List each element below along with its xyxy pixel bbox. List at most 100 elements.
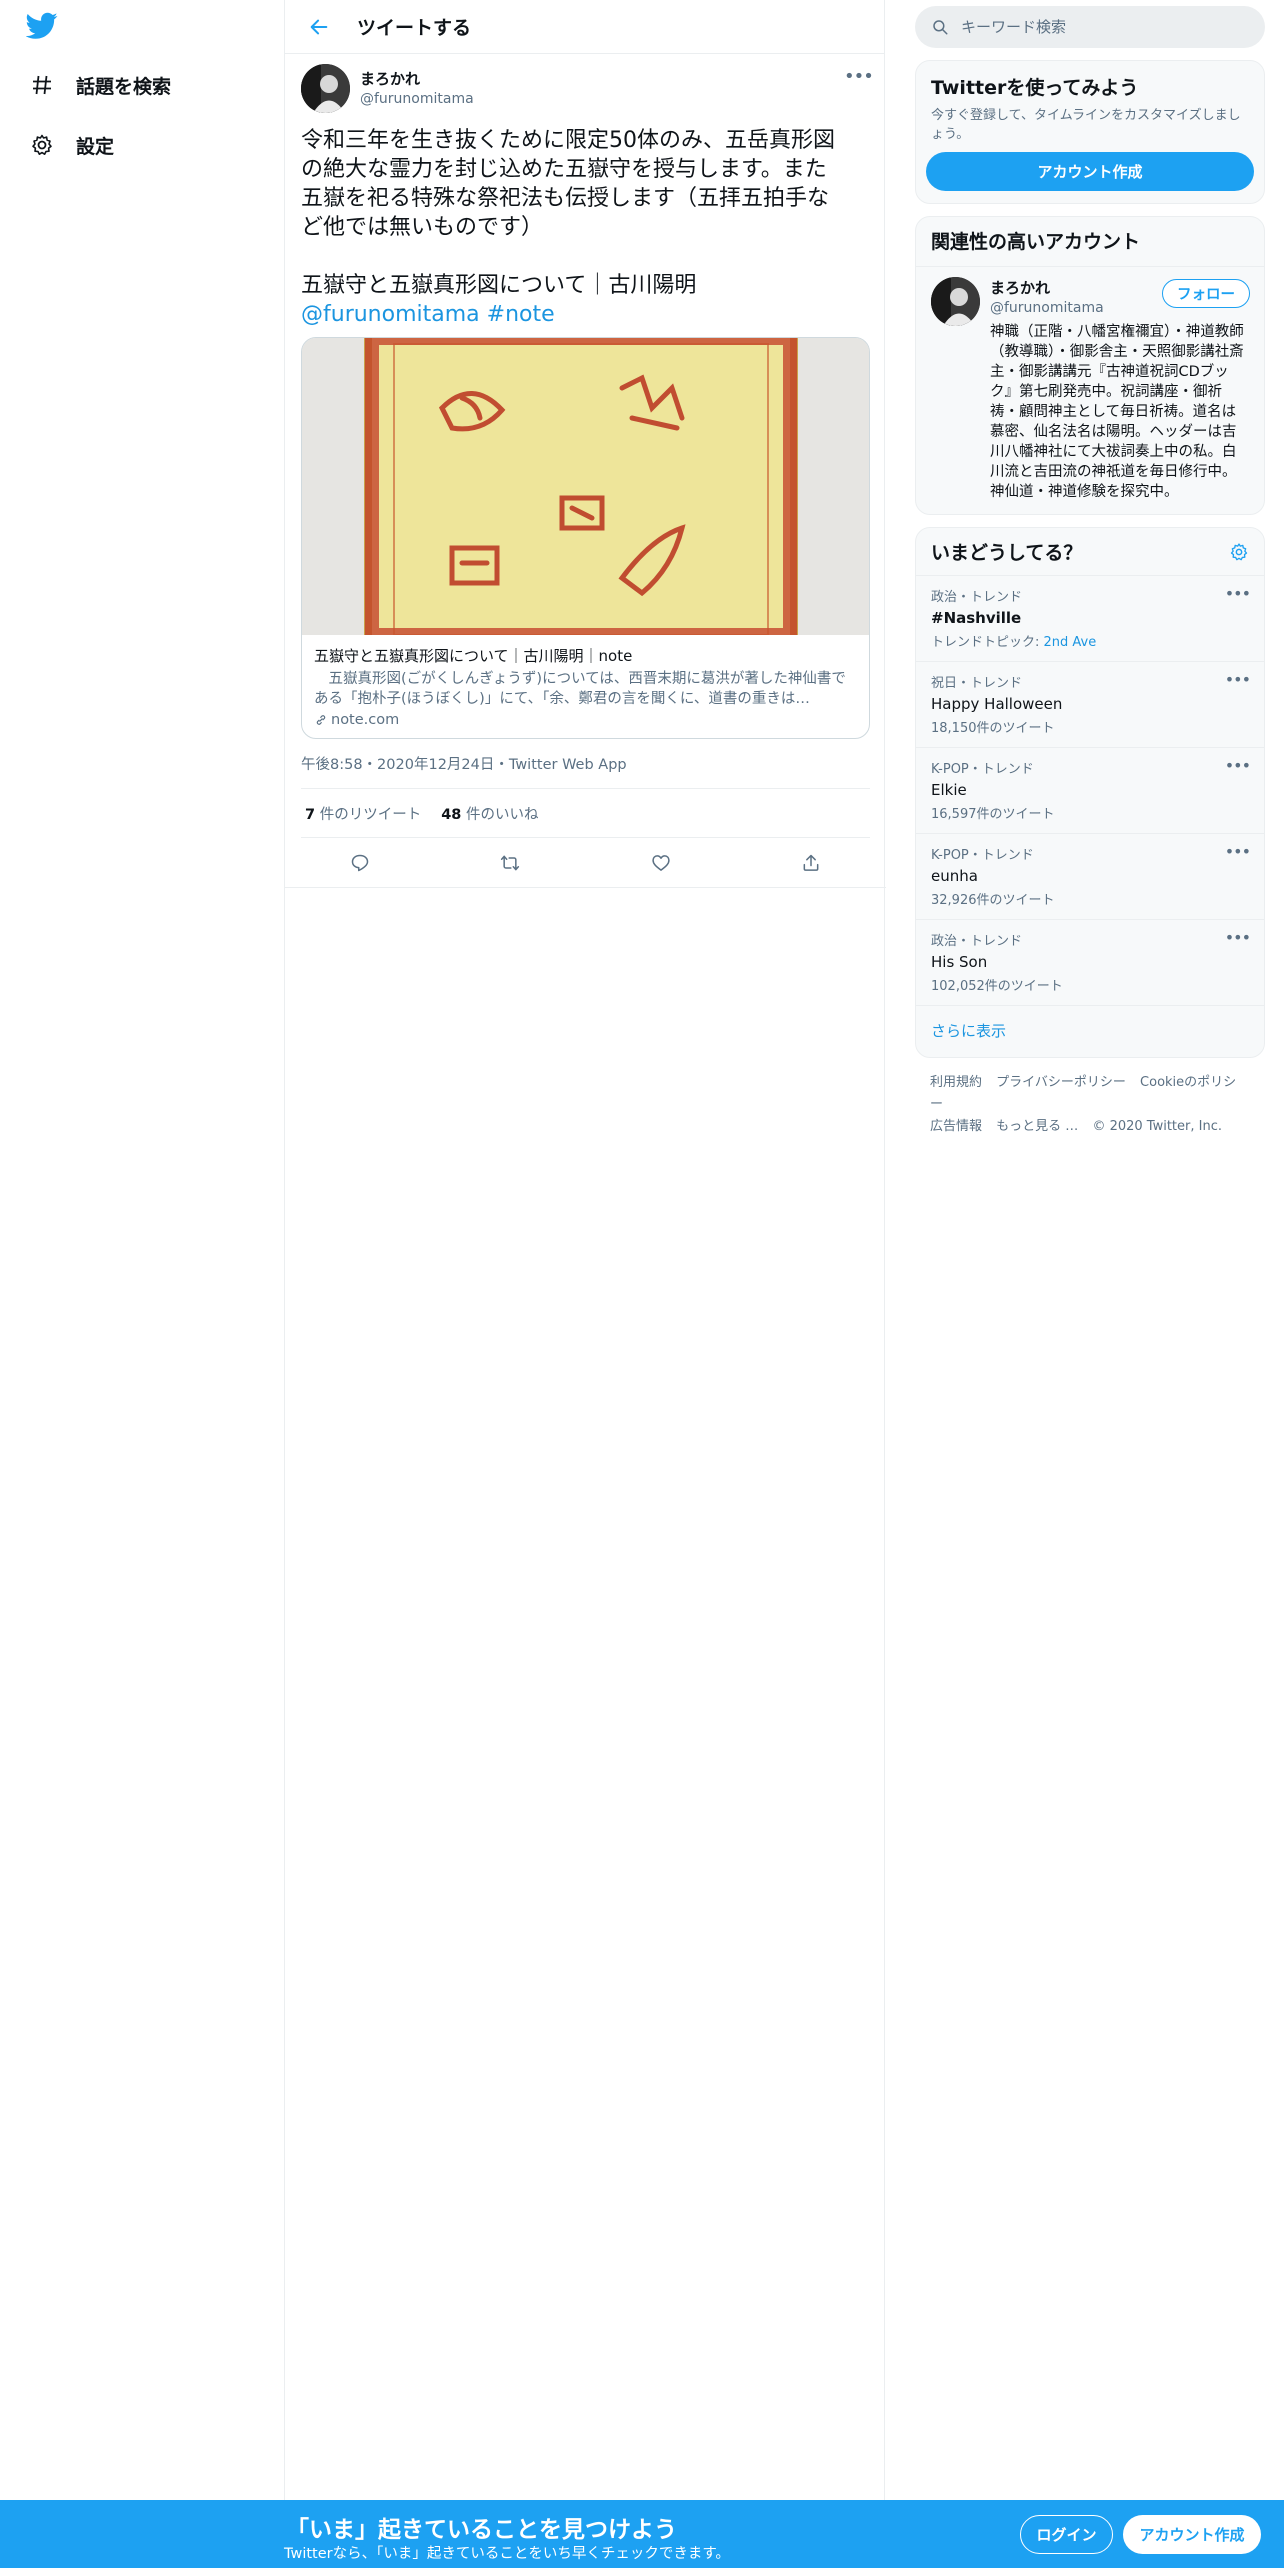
banner-title: 「いま」起きていることを見つけよう [286,2517,677,2543]
trend-category: 政治・トレンド [931,590,1023,605]
tweet-timestamp[interactable]: 午後8:58・2020年12月24日・Twitter Web App [301,753,870,789]
footer-link-ads[interactable]: 広告情報 [930,1119,982,1134]
hashtag-icon [26,69,58,101]
more-options-icon[interactable]: ••• [1225,842,1251,861]
banner-create-account-button[interactable]: アカウント作成 [1123,2515,1261,2554]
card-image [302,338,869,642]
footer-links: 利用規約 プライバシーポリシー Cookieのポリシー 広告情報 もっと見る …… [915,1058,1265,1152]
related-account[interactable]: まろかれ @furunomitama 神職（正階・八幡宮権禰宜）・神道教師（教導… [916,267,1264,514]
nav-explore-label: 話題を検索 [76,75,172,98]
search-input[interactable] [961,18,1241,36]
page-title: ツイートする [357,17,472,39]
page-header: ツイートする [285,0,884,54]
related-accounts-panel: 関連性の高いアカウント まろかれ @furunomitama 神職（正階・八幡宮… [915,216,1265,515]
author-name[interactable]: まろかれ [360,68,474,89]
link-card[interactable]: 五嶽守と五嶽真形図について｜古川陽明｜note 五嶽真形図(ごがくしんぎょうず)… [301,337,870,739]
trend-name: Elkie [931,781,967,799]
card-description: 五嶽真形図(ごがくしんぎょうず)については、西晋末期に葛洪が著した神仙書である「… [314,671,846,707]
trend-subtitle: トレンドトピック: [931,635,1044,650]
retweets-count: 7 [305,806,316,823]
tweet-actions [285,838,886,888]
trend-item[interactable]: K-POP・トレンド Elkie 16,597件のツイート ••• [916,748,1264,834]
tweet: まろかれ @furunomitama ••• 令和三年を生き抜くために限定50体… [285,54,886,888]
tweet-text-line: ど他では無いものです） [301,215,544,240]
gear-icon [26,129,58,161]
trend-name: #Nashville [931,609,1022,627]
twitter-bird-icon[interactable] [25,12,66,44]
create-account-button[interactable]: アカウント作成 [926,152,1254,191]
more-options-icon[interactable]: ••• [1225,670,1251,689]
avatar[interactable] [301,64,350,113]
trend-category: K-POP・トレンド [931,762,1034,777]
more-options-icon[interactable]: ••• [1225,584,1251,603]
hashtag-link[interactable]: #note [487,302,555,327]
main-column: ツイートする まろかれ @furunomitama ••• 令和三年を生き抜くた… [284,0,886,2500]
trend-item[interactable]: 祝日・トレンド Happy Halloween 18,150件のツイート ••• [916,662,1264,748]
likes-count: 48 [441,806,462,823]
retweet-icon [501,855,520,870]
left-sidebar: 話題を検索 設定 [0,0,284,2568]
trend-tweet-count: 16,597件のツイート [931,807,1055,822]
mention-link[interactable]: @furunomitama [301,302,480,327]
search-icon [933,20,948,35]
more-options-icon[interactable]: ••• [1225,756,1251,775]
trend-name: His Son [931,953,988,971]
right-sidebar: Twitterを使ってみよう 今すぐ登録して、タイムラインをカスタマイズしましょ… [915,0,1265,1152]
banner-subtitle: Twitterなら、「いま」起きていることをいち早くチェックできます。 [284,2546,730,2562]
trend-item[interactable]: 政治・トレンド #Nashville トレンドトピック: 2nd Ave ••• [916,576,1264,662]
trends-title: いまどうしてる？ [931,542,1083,564]
trend-item[interactable]: K-POP・トレンド eunha 32,926件のツイート ••• [916,834,1264,920]
tweet-text-line: 五嶽を祀る特殊な祭祀法も伝授します（五拝五拍手な [301,186,830,211]
retweet-button[interactable] [492,845,528,881]
trend-tweet-count: 102,052件のツイート [931,979,1063,994]
trend-category: 祝日・トレンド [931,676,1023,691]
likes-stat[interactable]: 48 件のいいね [441,803,538,824]
trend-name: Happy Halloween [931,695,1063,713]
like-button[interactable] [643,845,679,881]
footer-link-terms[interactable]: 利用規約 [930,1075,982,1090]
back-button[interactable] [301,9,337,45]
gear-icon[interactable] [1229,542,1249,562]
trend-item[interactable]: 政治・トレンド His Son 102,052件のツイート ••• [916,920,1264,1006]
more-options-icon[interactable]: ••• [844,66,874,87]
card-title: 五嶽守と五嶽真形図について｜古川陽明｜note [314,647,633,665]
nav-settings[interactable]: 設定 [26,125,114,165]
tweet-text-line: 令和三年を生き抜くために限定50体のみ、五岳真形図 [301,128,835,153]
retweets-stat[interactable]: 7 件のリツイート [305,803,421,824]
footer-copyright: © 2020 Twitter, Inc. [1092,1119,1222,1134]
trend-category: 政治・トレンド [931,934,1023,949]
heart-icon [651,854,670,871]
follow-button[interactable]: フォロー [1162,279,1250,308]
trend-topic-link[interactable]: 2nd Ave [1044,635,1097,650]
author-handle[interactable]: @furunomitama [360,91,474,107]
trend-name: eunha [931,867,978,885]
login-button[interactable]: ログイン [1020,2515,1113,2554]
trend-category: K-POP・トレンド [931,848,1034,863]
show-more-link[interactable]: さらに表示 [916,1006,1264,1057]
more-options-icon[interactable]: ••• [1225,928,1251,947]
related-accounts-title: 関連性の高いアカウント [916,217,1264,267]
retweets-label: 件のリツイート [319,806,422,823]
likes-label: 件のいいね [466,806,539,823]
signup-description: 今すぐ登録して、タイムラインをカスタマイズしましょう。 [931,108,1241,142]
reply-button[interactable] [342,845,378,881]
footer-link-more[interactable]: もっと見る … [996,1119,1078,1134]
link-icon [316,715,326,725]
share-icon [803,854,819,871]
trend-tweet-count: 32,926件のツイート [931,893,1055,908]
tweet-text: 令和三年を生き抜くために限定50体のみ、五岳真形図 の絶大な霊力を封じ込めた五嶽… [301,126,873,329]
nav-settings-label: 設定 [76,135,115,158]
trends-panel: いまどうしてる？ 政治・トレンド #Nashville トレンドトピック: 2n… [915,527,1265,1058]
trend-tweet-count: 18,150件のツイート [931,721,1055,736]
nav-explore[interactable]: 話題を検索 [26,65,171,105]
arrow-left-icon [310,19,328,34]
tweet-text-line: の絶大な霊力を封じ込めた五嶽守を授与します。また [301,157,827,182]
signup-banner: 「いま」起きていることを見つけよう Twitterなら、「いま」起きていることを… [0,2500,1284,2568]
signup-title: Twitterを使ってみよう [931,77,1139,99]
avatar[interactable] [931,277,980,326]
related-account-bio: 神職（正階・八幡宮権禰宜）・神道教師（教導職）・御影舎主・天照御影講社斎主・御影… [990,324,1244,500]
footer-link-privacy[interactable]: プライバシーポリシー [996,1075,1126,1090]
search-box[interactable] [915,6,1265,48]
signup-panel: Twitterを使ってみよう 今すぐ登録して、タイムラインをカスタマイズしましょ… [915,60,1265,204]
share-button[interactable] [793,845,829,881]
